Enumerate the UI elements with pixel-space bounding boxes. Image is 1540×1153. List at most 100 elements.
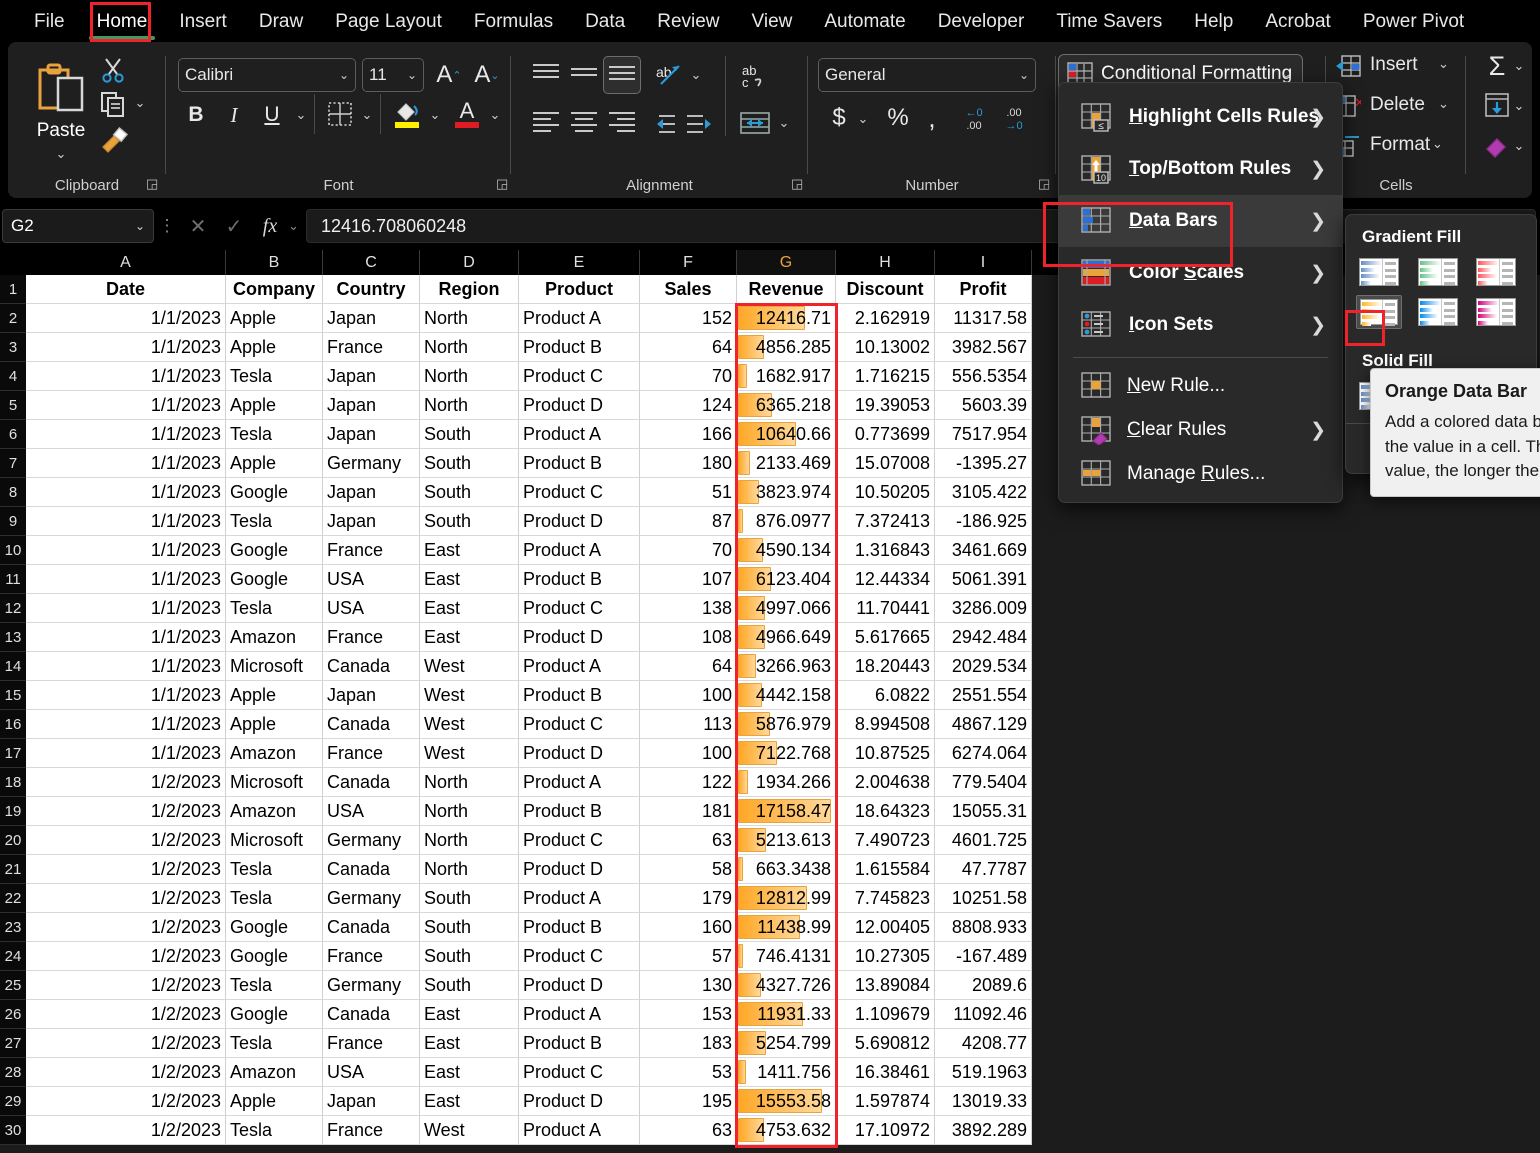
cell-B9[interactable]: Tesla xyxy=(226,507,323,536)
row-header-15[interactable]: 15 xyxy=(0,681,26,710)
cell-B11[interactable]: Google xyxy=(226,565,323,594)
borders-chevron-down-icon[interactable]: ⌄ xyxy=(358,102,376,128)
cell-C16[interactable]: Canada xyxy=(323,710,420,739)
name-box[interactable]: G2 ⌄ xyxy=(2,209,154,243)
cell-B2[interactable]: Apple xyxy=(226,304,323,333)
paste-chevron-down-icon[interactable]: ⌄ xyxy=(52,146,70,161)
format-chevron-down-icon[interactable]: ⌄ xyxy=(1432,136,1443,152)
cell-D5[interactable]: North xyxy=(420,391,519,420)
column-header-G[interactable]: G xyxy=(737,250,836,275)
cell-F18[interactable]: 122 xyxy=(640,768,737,797)
revenue-cell[interactable]: 4997.066 xyxy=(737,594,836,623)
cell-C8[interactable]: Japan xyxy=(323,478,420,507)
font-dialog-launcher-icon[interactable]: ◲ xyxy=(496,176,508,192)
ribbon-tab-acrobat[interactable]: Acrobat xyxy=(1249,7,1346,37)
cell-I27[interactable]: 4208.77 xyxy=(935,1029,1032,1058)
cell-A29[interactable]: 1/2/2023 xyxy=(26,1087,226,1116)
table-row[interactable]: 1/1/2023 Apple Canada West Product C 113 5876.… xyxy=(26,710,1032,739)
cell-B30[interactable]: Tesla xyxy=(226,1116,323,1145)
cell-I16[interactable]: 4867.129 xyxy=(935,710,1032,739)
table-row[interactable]: 1/2/2023 Tesla Canada North Product D 58 663.3… xyxy=(26,855,1032,884)
font-color-icon[interactable]: A xyxy=(450,94,484,132)
revenue-cell[interactable]: 5254.799 xyxy=(737,1029,836,1058)
bold-icon[interactable]: B xyxy=(182,100,210,130)
cell-C17[interactable]: France xyxy=(323,739,420,768)
menu-item-clear-rules[interactable]: Clear Rules ❯ xyxy=(1059,408,1342,452)
cell-D22[interactable]: South xyxy=(420,884,519,913)
cell-B17[interactable]: Amazon xyxy=(226,739,323,768)
cell-A30[interactable]: 1/2/2023 xyxy=(26,1116,226,1145)
cell-B29[interactable]: Apple xyxy=(226,1087,323,1116)
cell-H5[interactable]: 19.39053 xyxy=(836,391,935,420)
insert-cells-icon[interactable] xyxy=(1334,52,1362,80)
cell-C27[interactable]: France xyxy=(323,1029,420,1058)
cell-E16[interactable]: Product C xyxy=(519,710,640,739)
fill-down-icon[interactable] xyxy=(1482,90,1512,120)
table-row[interactable]: 1/1/2023 Amazon France West Product D 100 7122… xyxy=(26,739,1032,768)
cell-D29[interactable]: East xyxy=(420,1087,519,1116)
cell-B18[interactable]: Microsoft xyxy=(226,768,323,797)
cell-C14[interactable]: Canada xyxy=(323,652,420,681)
cell-C2[interactable]: Japan xyxy=(323,304,420,333)
cell-I28[interactable]: 519.1963 xyxy=(935,1058,1032,1087)
cell-A6[interactable]: 1/1/2023 xyxy=(26,420,226,449)
cell-B3[interactable]: Apple xyxy=(226,333,323,362)
cell-C24[interactable]: France xyxy=(323,942,420,971)
cell-B25[interactable]: Tesla xyxy=(226,971,323,1000)
column-header-E[interactable]: E xyxy=(519,250,640,275)
cell-B10[interactable]: Google xyxy=(226,536,323,565)
cell-I10[interactable]: 3461.669 xyxy=(935,536,1032,565)
row-header-27[interactable]: 27 xyxy=(0,1029,26,1058)
cell-D2[interactable]: North xyxy=(420,304,519,333)
header-cell-F[interactable]: Sales xyxy=(640,275,737,304)
cell-F22[interactable]: 179 xyxy=(640,884,737,913)
revenue-cell[interactable]: 1934.266 xyxy=(737,768,836,797)
cell-I17[interactable]: 6274.064 xyxy=(935,739,1032,768)
cell-F11[interactable]: 107 xyxy=(640,565,737,594)
currency-icon[interactable]: $ xyxy=(826,102,852,134)
cell-H2[interactable]: 2.162919 xyxy=(836,304,935,333)
cell-C7[interactable]: Germany xyxy=(323,449,420,478)
cell-A28[interactable]: 1/2/2023 xyxy=(26,1058,226,1087)
cell-E11[interactable]: Product B xyxy=(519,565,640,594)
align-right-icon[interactable] xyxy=(609,112,635,132)
cell-D3[interactable]: North xyxy=(420,333,519,362)
row-header-24[interactable]: 24 xyxy=(0,942,26,971)
cell-I11[interactable]: 5061.391 xyxy=(935,565,1032,594)
cell-C9[interactable]: Japan xyxy=(323,507,420,536)
cell-D8[interactable]: South xyxy=(420,478,519,507)
font-color-chevron-down-icon[interactable]: ⌄ xyxy=(486,102,504,128)
column-header-A[interactable]: A xyxy=(26,250,226,275)
revenue-cell[interactable]: 6123.404 xyxy=(737,565,836,594)
revenue-cell[interactable]: 7122.768 xyxy=(737,739,836,768)
row-header-29[interactable]: 29 xyxy=(0,1087,26,1116)
cell-H22[interactable]: 7.745823 xyxy=(836,884,935,913)
cell-H13[interactable]: 5.617665 xyxy=(836,623,935,652)
cancel-entry-icon[interactable]: ✕ xyxy=(180,214,216,239)
cut-icon[interactable] xyxy=(98,56,128,84)
revenue-cell[interactable]: 11438.99 xyxy=(737,913,836,942)
cell-I12[interactable]: 3286.009 xyxy=(935,594,1032,623)
cell-H26[interactable]: 1.109679 xyxy=(836,1000,935,1029)
cell-H9[interactable]: 7.372413 xyxy=(836,507,935,536)
cell-B21[interactable]: Tesla xyxy=(226,855,323,884)
cell-C4[interactable]: Japan xyxy=(323,362,420,391)
format-painter-icon[interactable] xyxy=(98,126,130,154)
cell-B15[interactable]: Apple xyxy=(226,681,323,710)
cell-H14[interactable]: 18.20443 xyxy=(836,652,935,681)
cell-I9[interactable]: -186.925 xyxy=(935,507,1032,536)
cell-I7[interactable]: -1395.27 xyxy=(935,449,1032,478)
cell-I26[interactable]: 11092.46 xyxy=(935,1000,1032,1029)
table-row[interactable]: 1/2/2023 Tesla Germany South Product D 130 432… xyxy=(26,971,1032,1000)
cell-E23[interactable]: Product B xyxy=(519,913,640,942)
row-header-14[interactable]: 14 xyxy=(0,652,26,681)
cell-H24[interactable]: 10.27305 xyxy=(836,942,935,971)
cell-A17[interactable]: 1/1/2023 xyxy=(26,739,226,768)
row-header-30[interactable]: 30 xyxy=(0,1116,26,1145)
table-row[interactable]: 1/1/2023 Google France East Product A 70 4590.… xyxy=(26,536,1032,565)
cell-F6[interactable]: 166 xyxy=(640,420,737,449)
cell-A15[interactable]: 1/1/2023 xyxy=(26,681,226,710)
menu-item-manage-rules[interactable]: Manage Rules... xyxy=(1059,452,1342,496)
cell-E4[interactable]: Product C xyxy=(519,362,640,391)
header-cell-G[interactable]: Revenue xyxy=(737,275,836,304)
